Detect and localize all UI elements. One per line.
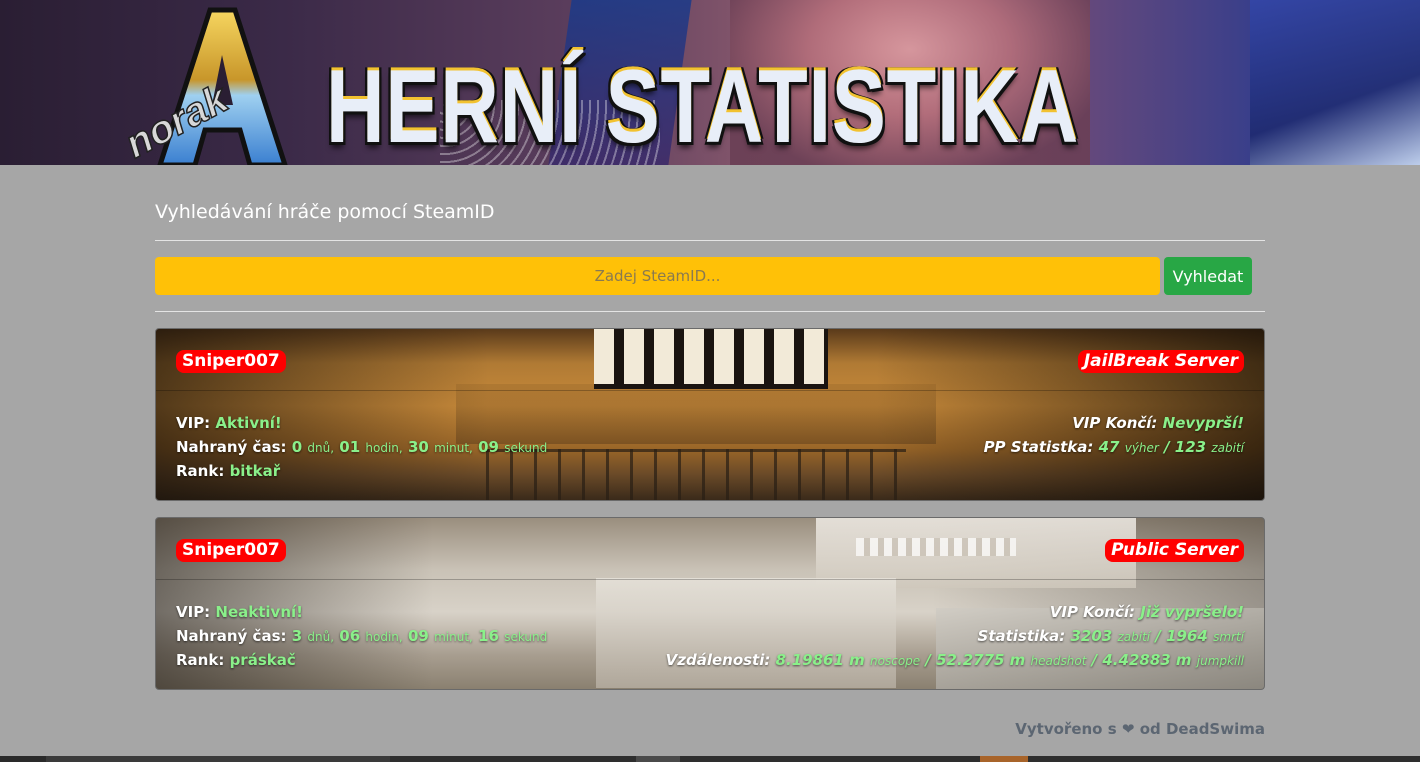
heart-icon: ❤ <box>1121 720 1135 738</box>
banner-title: HERNÍ STATISTIKA <box>326 49 1080 165</box>
vip-label: VIP: <box>176 603 211 621</box>
rank: Rank: bitkař <box>176 459 280 483</box>
time-seconds-unit: sekund <box>504 441 548 455</box>
distance-noscope-unit: noscope <box>870 654 921 668</box>
stat-b: 1964 <box>1166 627 1208 645</box>
play-time-label: Nahraný čas: <box>176 438 287 456</box>
vip-end: VIP Končí: Nevyprší! <box>1072 411 1244 435</box>
card-stats: VIP: Aktivní! VIP Končí: Nevyprší! Nahra… <box>156 411 1264 483</box>
distance-noscope: 8.19861 m <box>775 651 865 669</box>
card-stats: VIP: Neaktivní! VIP Končí: Již vypršelo!… <box>156 600 1264 672</box>
player-name-badge: Sniper007 <box>176 350 286 373</box>
steamid-search-input[interactable] <box>155 257 1160 295</box>
time-days-unit: dnů, <box>307 630 335 644</box>
time-days: 0 <box>291 438 303 456</box>
time-hours-unit: hodin, <box>365 441 403 455</box>
time-seconds: 16 <box>478 627 499 645</box>
time-hours-unit: hodin, <box>365 630 403 644</box>
rank-label: Rank: <box>176 651 225 669</box>
distance-headshot-unit: headshot <box>1030 654 1087 668</box>
time-hours: 06 <box>339 627 361 645</box>
vip-end-value: Nevyprší! <box>1162 414 1244 432</box>
time-minutes: 09 <box>407 627 429 645</box>
vip-status: VIP: Neaktivní! <box>176 600 303 624</box>
server-stats-card-jailbreak: Sniper007 JailBreak Server VIP: Aktivní!… <box>155 328 1265 501</box>
stat-separator: / <box>1164 438 1170 456</box>
header-banner: norak HERNÍ STATISTIKA <box>0 0 1420 165</box>
stat-a: 47 <box>1098 438 1120 456</box>
player-name-badge: Sniper007 <box>176 539 286 562</box>
distance-label: Vzdálenosti: <box>665 651 771 669</box>
footer-credit: Vytvořeno s ❤ od DeadSwima <box>1015 720 1265 738</box>
card-divider <box>156 579 1264 580</box>
play-time: Nahraný čas: 3 dnů, 06 hodin, 09 minut, … <box>176 624 547 648</box>
distance-headshot: 52.2775 m <box>936 651 1026 669</box>
time-days: 3 <box>291 627 303 645</box>
card-divider <box>156 390 1264 391</box>
time-minutes-unit: minut, <box>434 441 473 455</box>
time-seconds: 09 <box>478 438 499 456</box>
rank: Rank: práskač <box>176 648 296 672</box>
card-header: Sniper007 Public Server <box>156 539 1264 562</box>
rank-value: práskač <box>229 651 296 669</box>
play-time: Nahraný čas: 0 dnů, 01 hodin, 30 minut, … <box>176 435 547 459</box>
server-name-badge: JailBreak Server <box>1077 350 1244 373</box>
time-minutes-unit: minut, <box>434 630 473 644</box>
vip-end-value: Již vypršelo! <box>1140 603 1244 621</box>
distance-jumpkill-unit: jumpkill <box>1196 654 1244 668</box>
main-content: Vyhledávání hráče pomocí SteamID Vyhleda… <box>155 165 1265 690</box>
divider <box>155 311 1265 312</box>
server-stats: PP Statistka: 47 výher / 123 zabití <box>984 435 1244 459</box>
stat-label: Statistika: <box>977 627 1066 645</box>
server-stats-card-public: Sniper007 Public Server VIP: Neaktivní! … <box>155 517 1265 690</box>
distance-jumpkill: 4.42883 m <box>1102 651 1192 669</box>
divider <box>155 240 1265 241</box>
vip-value: Neaktivní! <box>215 603 303 621</box>
stat-separator: / <box>1155 627 1161 645</box>
stat-b-unit: smrtí <box>1213 630 1244 644</box>
vip-end-label: VIP Končí: <box>1072 414 1158 432</box>
stat-label: PP Statistka: <box>983 438 1094 456</box>
stat-b: 123 <box>1174 438 1207 456</box>
search-row: Vyhledat <box>155 257 1265 295</box>
vip-label: VIP: <box>176 414 211 432</box>
time-minutes: 30 <box>407 438 429 456</box>
footer-prefix: Vytvořeno s <box>1015 720 1117 738</box>
time-hours: 01 <box>339 438 361 456</box>
rank-value: bitkař <box>229 462 281 480</box>
vip-value: Aktivní! <box>215 414 282 432</box>
time-days-unit: dnů, <box>307 441 335 455</box>
play-time-label: Nahraný čas: <box>176 627 287 645</box>
server-name-badge: Public Server <box>1105 539 1244 562</box>
footer-suffix: od DeadSwima <box>1139 720 1265 738</box>
vip-end-label: VIP Končí: <box>1049 603 1135 621</box>
search-title: Vyhledávání hráče pomocí SteamID <box>155 201 495 223</box>
vip-status: VIP: Aktivní! <box>176 411 282 435</box>
distances: Vzdálenosti: 8.19861 m noscope / 52.2775… <box>665 651 1244 669</box>
stat-a-unit: výher <box>1124 441 1159 455</box>
vip-end: VIP Končí: Již vypršelo! <box>1050 600 1244 624</box>
stat-b-unit: zabití <box>1211 441 1244 455</box>
search-button[interactable]: Vyhledat <box>1164 257 1252 295</box>
server-stats: Statistika: 3203 zabití / 1964 smrtí <box>978 624 1244 648</box>
stat-a-unit: zabití <box>1117 630 1151 644</box>
card-header: Sniper007 JailBreak Server <box>156 350 1264 373</box>
banner-art-right <box>1250 0 1420 165</box>
anorak-logo: norak <box>117 7 288 165</box>
stat-a: 3203 <box>1070 627 1113 645</box>
rank-label: Rank: <box>176 462 225 480</box>
taskbar-strip <box>0 756 1420 762</box>
time-seconds-unit: sekund <box>504 630 548 644</box>
